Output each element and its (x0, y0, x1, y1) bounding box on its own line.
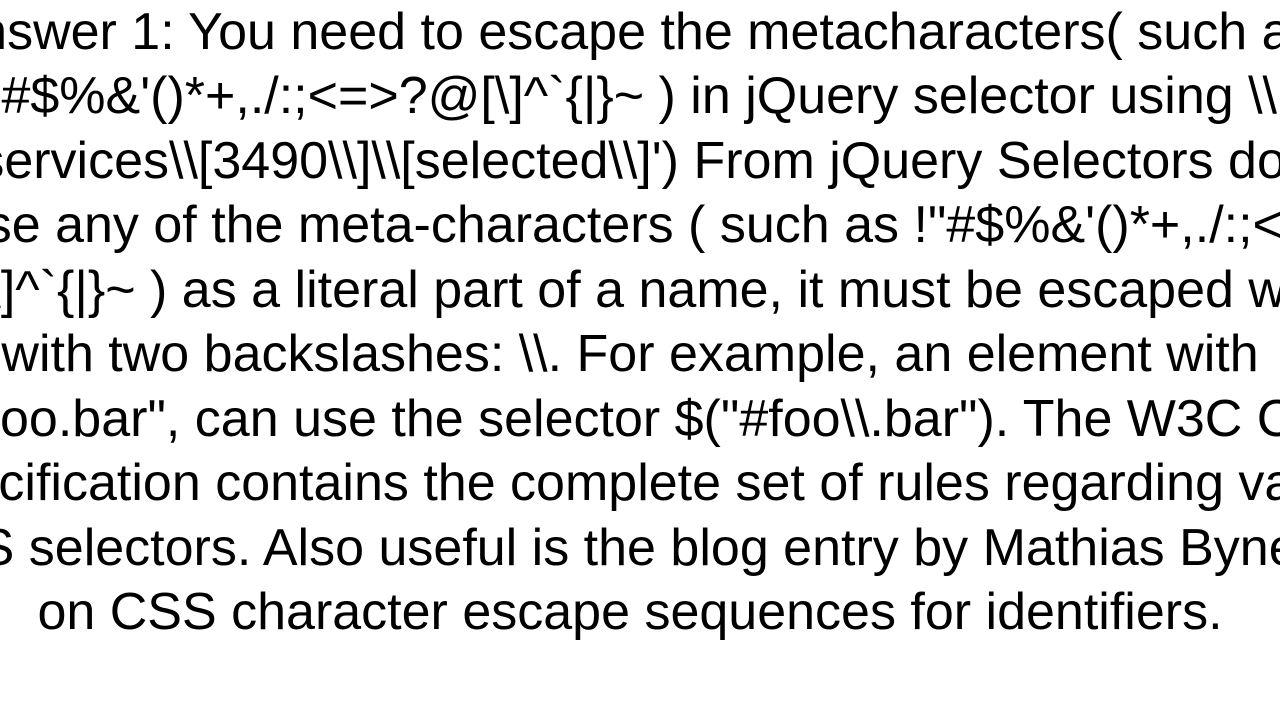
answer-text-block: Answer 1: You need to escape the metacha… (0, 0, 1280, 645)
